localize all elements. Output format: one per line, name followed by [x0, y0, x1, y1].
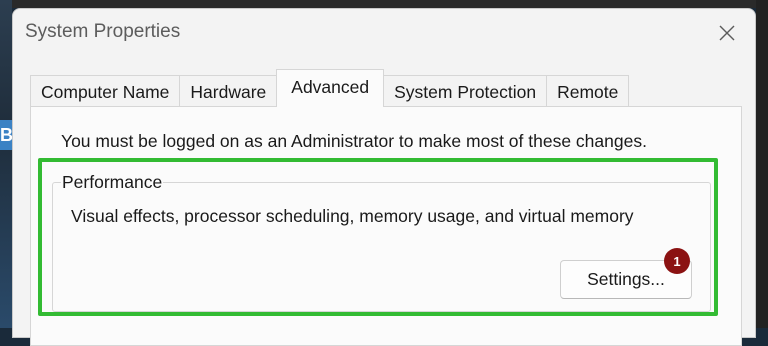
close-button[interactable]	[709, 15, 745, 51]
tab-system-protection[interactable]: System Protection	[383, 75, 548, 107]
tab-remote[interactable]: Remote	[546, 75, 630, 107]
advanced-tab-panel: You must be logged on as an Administrato…	[30, 106, 742, 346]
desktop-partial-letter: B	[0, 125, 12, 145]
desktop-partial-icon: B	[0, 120, 12, 150]
annotation-step-badge: 1	[664, 248, 690, 274]
annotation-highlight-box	[38, 158, 718, 316]
window-title: System Properties	[25, 21, 181, 42]
tab-strip: Computer Name Hardware Advanced System P…	[30, 69, 630, 107]
desktop-background-left	[0, 0, 12, 328]
system-properties-window: System Properties Computer Name Hardware…	[12, 8, 756, 346]
tab-hardware[interactable]: Hardware	[179, 75, 278, 107]
desktop-background-top	[12, 0, 756, 8]
close-icon	[719, 25, 735, 41]
tab-advanced[interactable]: Advanced	[276, 69, 385, 107]
admin-notice: You must be logged on as an Administrato…	[61, 131, 647, 151]
tab-computer-name[interactable]: Computer Name	[30, 75, 181, 107]
desktop-background-right	[756, 0, 768, 328]
title-bar[interactable]: System Properties	[13, 9, 755, 59]
